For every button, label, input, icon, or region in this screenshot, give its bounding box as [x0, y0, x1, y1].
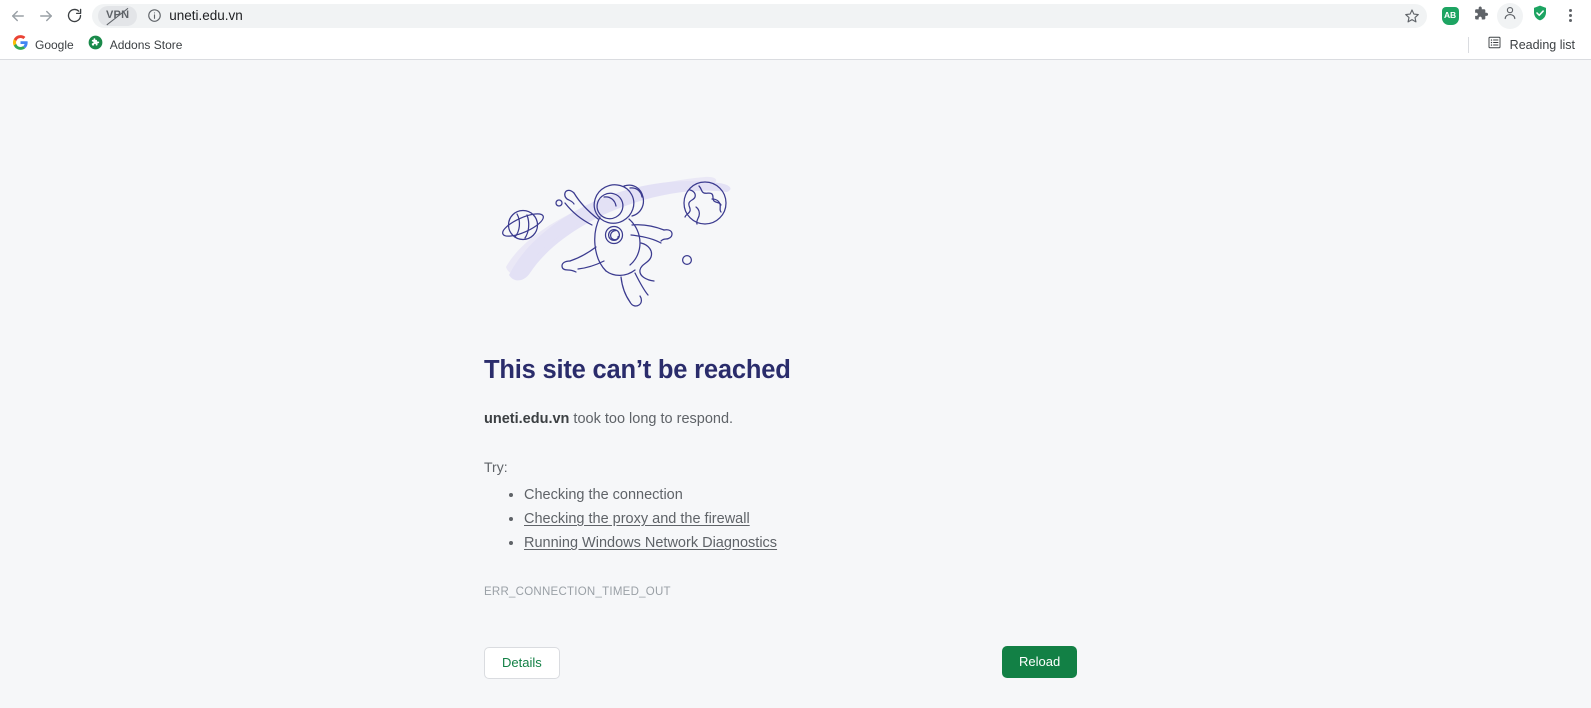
- bookmarks-divider: [1467, 37, 1469, 53]
- profile-button[interactable]: [1497, 2, 1523, 29]
- bookmarks-bar: Google Addons Store Reading list: [0, 31, 1591, 60]
- suggestion-list: Checking the connection Checking the pro…: [484, 483, 1104, 556]
- adblock-extension-button[interactable]: AB: [1437, 3, 1463, 29]
- extensions-puzzle-icon: [1472, 5, 1489, 27]
- back-arrow-icon: [9, 7, 27, 25]
- list-item-proxy-firewall-link[interactable]: Checking the proxy and the firewall: [524, 507, 1104, 531]
- error-button-row: Details Reload: [484, 638, 1104, 684]
- reading-list-icon: [1487, 35, 1502, 55]
- page-title: This site can’t be reached: [484, 356, 791, 384]
- bookmark-google-label: Google: [35, 38, 74, 52]
- error-code: ERR_CONNECTION_TIMED_OUT: [484, 585, 671, 598]
- reload-icon: [66, 7, 83, 24]
- bookmark-addons-store-label: Addons Store: [109, 38, 183, 52]
- error-page: This site can’t be reached uneti.edu.vn …: [0, 60, 1591, 708]
- security-shield-check-icon: [1531, 4, 1549, 27]
- address-bar[interactable]: VPN uneti.edu.vn: [92, 3, 1427, 28]
- forward-button[interactable]: [32, 2, 60, 30]
- reload-button[interactable]: [60, 2, 88, 30]
- address-bar-url[interactable]: uneti.edu.vn: [169, 8, 1401, 23]
- adblock-icon-label: AB: [1444, 10, 1456, 21]
- reading-list-label: Reading list: [1509, 38, 1575, 52]
- list-item-network-diagnostics-link[interactable]: Running Windows Network Diagnostics: [524, 531, 1104, 555]
- browser-toolbar: VPN uneti.edu.vn AB: [0, 0, 1591, 31]
- details-button[interactable]: Details: [484, 646, 560, 679]
- error-subtitle: uneti.edu.vn took too long to respond.: [484, 409, 1104, 431]
- google-g-icon: [13, 35, 28, 55]
- try-label: Try:: [484, 458, 508, 475]
- chrome-menu-icon: [1568, 8, 1572, 23]
- bookmark-star-icon[interactable]: [1401, 5, 1423, 27]
- astronaut-space-illustration: [484, 155, 754, 307]
- list-item: Checking the connection: [524, 483, 1104, 507]
- bookmark-addons-store[interactable]: Addons Store: [81, 32, 190, 58]
- error-host: uneti.edu.vn: [484, 410, 570, 427]
- adblock-icon: AB: [1441, 6, 1459, 25]
- security-extension-button[interactable]: [1527, 3, 1553, 29]
- browser-chrome: VPN uneti.edu.vn AB: [0, 0, 1591, 60]
- reload-page-button[interactable]: Reload: [1002, 645, 1078, 678]
- forward-arrow-icon: [37, 7, 55, 25]
- extensions-button[interactable]: [1467, 3, 1493, 29]
- bookmark-google[interactable]: Google: [6, 32, 81, 58]
- reading-list-button[interactable]: Reading list: [1481, 32, 1581, 58]
- site-info-icon[interactable]: [147, 8, 162, 23]
- back-button[interactable]: [4, 2, 32, 30]
- chrome-menu-button[interactable]: [1557, 3, 1583, 29]
- profile-avatar-icon: [1502, 5, 1518, 26]
- vpn-status-badge[interactable]: VPN: [98, 5, 138, 26]
- error-content: This site can’t be reached uneti.edu.vn …: [484, 60, 1104, 684]
- addons-store-icon: [88, 35, 103, 55]
- error-subtitle-rest: took too long to respond.: [569, 410, 734, 427]
